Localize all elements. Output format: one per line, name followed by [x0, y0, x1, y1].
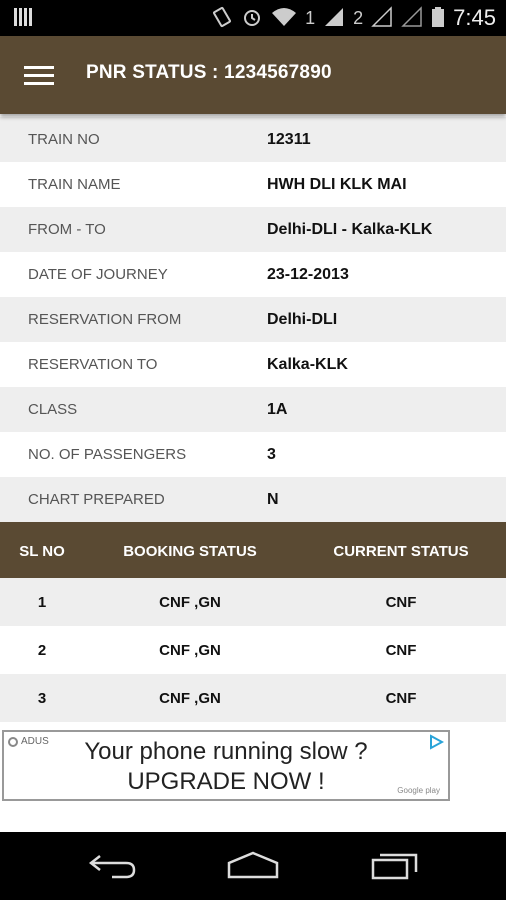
column-header-sl-no: SL NO — [19, 543, 65, 560]
info-value: Delhi-DLI — [267, 310, 338, 328]
ad-cta: UPGRADE NOW ! — [127, 768, 325, 795]
back-icon[interactable] — [88, 850, 138, 885]
pnr-details: TRAIN NO 12311 TRAIN NAME HWH DLI KLK MA… — [0, 117, 506, 522]
info-row-date-of-journey: DATE OF JOURNEY 23-12-2013 — [0, 252, 506, 297]
system-nav-bar — [0, 832, 506, 900]
ad-headline: Your phone running slow ? — [84, 738, 368, 765]
info-label: TRAIN NAME — [28, 176, 121, 193]
info-value: HWH DLI KLK MAI — [267, 175, 407, 193]
wifi-icon — [271, 6, 297, 31]
booking-status-cell: CNF ,GN — [159, 642, 221, 659]
sl-no-cell: 1 — [37, 594, 47, 611]
info-value: Kalka-KLK — [267, 355, 348, 373]
status-bar: 1 2 7:45 — [0, 0, 506, 36]
info-label: NO. OF PASSENGERS — [28, 446, 187, 463]
info-label: FROM - TO — [28, 221, 106, 238]
sim1-label: 1 — [305, 8, 316, 28]
app-bar: PNR STATUS : 1234567890 — [0, 36, 506, 114]
battery-icon — [431, 6, 445, 31]
page-title: PNR STATUS : 1234567890 — [86, 62, 332, 83]
info-row-train-name: TRAIN NAME HWH DLI KLK MAI — [0, 162, 506, 207]
hamburger-menu-icon[interactable] — [24, 66, 54, 86]
table-row: 1 CNF ,GN CNF — [0, 578, 506, 626]
column-header-current-status: CURRENT STATUS — [333, 543, 469, 560]
info-row-chart-prepared: CHART PREPARED N — [0, 477, 506, 522]
signal-icon — [323, 6, 345, 31]
info-label: RESERVATION TO — [28, 356, 158, 373]
ad-banner[interactable]: ADUS Your phone running slow ? UPGRADE N… — [2, 730, 450, 801]
current-status-cell: CNF — [385, 690, 417, 707]
info-value: 23-12-2013 — [267, 265, 349, 283]
info-value: N — [267, 490, 279, 508]
info-label: DATE OF JOURNEY — [28, 266, 168, 283]
clock: 7:45 — [453, 5, 496, 30]
info-row-passengers: NO. OF PASSENGERS 3 — [0, 432, 506, 477]
info-row-reservation-from: RESERVATION FROM Delhi-DLI — [0, 297, 506, 342]
info-label: CLASS — [28, 401, 78, 418]
info-row-from-to: FROM - TO Delhi-DLI - Kalka-KLK — [0, 207, 506, 252]
sim2-label: 2 — [353, 8, 364, 28]
info-value: 1A — [267, 400, 288, 418]
info-value: Delhi-DLI - Kalka-KLK — [267, 220, 433, 238]
info-row-train-no: TRAIN NO 12311 — [0, 117, 506, 162]
info-label: CHART PREPARED — [28, 491, 165, 508]
barcode-notification-icon — [14, 8, 32, 26]
passenger-table-body: 1 CNF ,GN CNF 2 CNF ,GN CNF 3 CNF ,GN CN… — [0, 578, 506, 722]
info-row-reservation-to: RESERVATION TO Kalka-KLK — [0, 342, 506, 387]
passenger-table-header: SL NO BOOKING STATUS CURRENT STATUS — [0, 522, 506, 578]
info-label: TRAIN NO — [28, 131, 100, 148]
no-signal-icon — [401, 5, 423, 31]
table-row: 3 CNF ,GN CNF — [0, 674, 506, 722]
info-value: 3 — [267, 445, 276, 463]
sl-no-cell: 3 — [37, 690, 47, 707]
adchoices-icon[interactable] — [428, 734, 445, 750]
table-row: 2 CNF ,GN CNF — [0, 626, 506, 674]
booking-status-cell: CNF ,GN — [159, 690, 221, 707]
vibrate-icon — [211, 6, 233, 31]
google-play-badge: Google play — [397, 786, 440, 795]
home-icon[interactable] — [226, 850, 280, 885]
alarm-icon — [241, 6, 263, 31]
data-off-icon — [371, 5, 393, 31]
info-row-class: CLASS 1A — [0, 387, 506, 432]
column-header-booking-status: BOOKING STATUS — [123, 543, 257, 560]
recent-apps-icon[interactable] — [370, 850, 420, 885]
info-value: 12311 — [267, 130, 311, 148]
booking-status-cell: CNF ,GN — [159, 594, 221, 611]
sl-no-cell: 2 — [37, 642, 47, 659]
current-status-cell: CNF — [385, 642, 417, 659]
current-status-cell: CNF — [385, 594, 417, 611]
info-label: RESERVATION FROM — [28, 311, 182, 328]
